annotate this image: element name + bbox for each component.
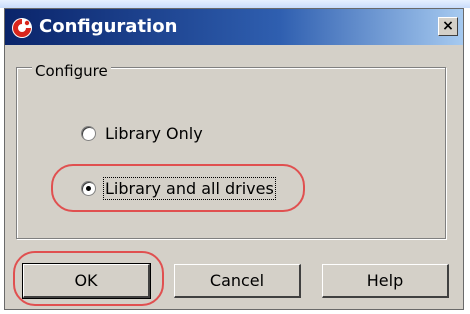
help-button[interactable]: Help	[322, 264, 449, 298]
configure-groupbox	[16, 67, 446, 239]
radio-button-unselected[interactable]	[81, 125, 96, 141]
radio-selected-dot	[86, 185, 91, 191]
group-label: Configure	[32, 63, 111, 79]
window-title: Configuration	[39, 16, 178, 37]
radio-library-and-all-drives[interactable]: Library and all drives	[81, 176, 276, 200]
title-bar[interactable]: Configuration ×	[5, 9, 463, 45]
radio-label: Library Only	[105, 123, 203, 143]
app-logo-icon	[12, 18, 32, 38]
radio-button-selected[interactable]	[81, 180, 96, 196]
background-strip	[0, 0, 470, 8]
radio-library-only[interactable]: Library Only	[81, 122, 203, 144]
close-button[interactable]: ×	[438, 17, 458, 36]
ok-button[interactable]: OK	[22, 263, 151, 299]
cancel-button[interactable]: Cancel	[174, 264, 301, 298]
radio-label: Library and all drives	[103, 176, 276, 200]
